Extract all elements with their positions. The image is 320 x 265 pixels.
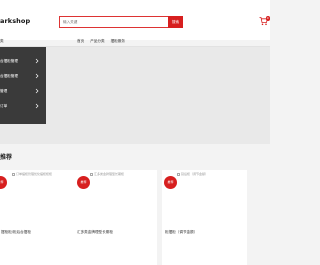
category-item-label: 台摆柜管理 — [0, 59, 18, 63]
header: arkshop 搜索 0 — [0, 0, 270, 40]
category-item[interactable]: 台摆柜管理 — [0, 69, 46, 84]
top-nav: 首页 产品分类 摆柜服务 — [77, 39, 125, 44]
category-item[interactable]: 订单 — [0, 99, 46, 114]
category-item[interactable]: 台摆柜管理 — [0, 54, 46, 69]
chevron-right-icon — [35, 88, 39, 94]
search-input[interactable] — [59, 16, 168, 28]
broken-image-icon — [177, 172, 180, 176]
cart-count-badge: 0 — [265, 16, 270, 21]
chevron-right-icon — [35, 103, 39, 109]
site-logo[interactable]: arkshop — [0, 17, 30, 25]
product-name[interactable]: 汇多类金牌理型长期柜 — [77, 230, 113, 235]
category-item[interactable]: 管理 — [0, 84, 46, 99]
category-menu: 台摆柜管理 台摆柜管理 管理 订单 — [0, 47, 46, 124]
search-button[interactable]: 搜索 — [168, 16, 183, 28]
category-item-label: 台摆柜管理 — [0, 74, 18, 78]
recommend-badge: 推荐 — [77, 176, 90, 189]
category-nav-label: 类 — [0, 39, 4, 43]
broken-image-alt: 订单摆柜管理优化摆柜柜柜 — [12, 172, 52, 176]
product-name[interactable]: 摆柜柜/柜后台摆柜 — [1, 230, 31, 235]
search-bar: 搜索 — [59, 16, 183, 28]
recommend-badge: 推荐 — [164, 176, 177, 189]
product-card[interactable]: 延后柜（调节金额） 推荐 柜摆柜（调节金额） — [162, 170, 247, 265]
nav-item-home[interactable]: 首页 — [77, 39, 84, 44]
nav-item-services[interactable]: 摆柜服务 — [111, 39, 125, 44]
broken-image-icon — [12, 172, 15, 176]
product-name[interactable]: 柜摆柜（调节金额） — [165, 230, 197, 235]
broken-image-alt: 汇多类金牌理型长期柜 — [90, 172, 124, 176]
broken-image-alt: 延后柜（调节金额） — [177, 172, 208, 176]
nav-item-products[interactable]: 产品分类 — [90, 39, 104, 44]
section-title-recommended: 推荐 — [0, 154, 13, 161]
cart-button[interactable]: 0 — [259, 16, 270, 28]
chevron-right-icon — [35, 58, 39, 64]
category-item-label: 管理 — [0, 89, 8, 93]
chevron-right-icon — [35, 73, 39, 79]
product-card[interactable]: 汇多类金牌理型长期柜 推荐 汇多类金牌理型长期柜 — [72, 170, 157, 265]
category-item-label: 订单 — [0, 104, 8, 108]
broken-image-icon — [90, 172, 93, 176]
